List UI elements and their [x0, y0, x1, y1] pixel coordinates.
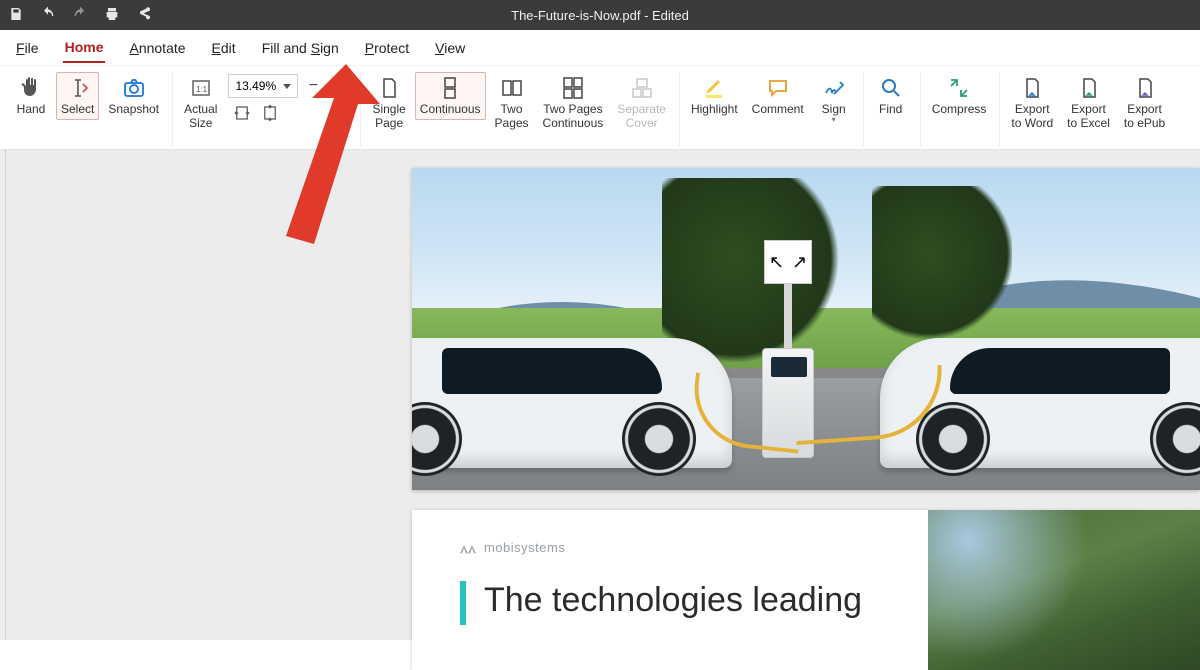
print-icon[interactable] — [104, 6, 120, 25]
page-area: ↖↗ mobisystems The technologies leading — [412, 168, 1200, 670]
zoom-value: 13.49% — [235, 79, 276, 93]
ribbon-group-tools: Hand Select Snapshot — [10, 72, 173, 147]
sign-button[interactable]: Sign ▾ — [813, 72, 855, 127]
hand-tool-button[interactable]: Hand — [10, 72, 52, 120]
compress-icon — [947, 75, 971, 101]
two-pages-continuous-button[interactable]: Two Pages Continuous — [538, 72, 609, 134]
car-left-illustration — [412, 338, 732, 468]
two-pages-button[interactable]: Two Pages — [490, 72, 534, 134]
ribbon-group-find: Find — [870, 72, 921, 147]
export-excel-icon — [1077, 75, 1101, 101]
quick-access-toolbar — [8, 6, 152, 25]
menu-view[interactable]: View — [433, 34, 467, 62]
menu-home[interactable]: Home — [63, 33, 106, 63]
zoom-out-button[interactable]: − — [302, 75, 324, 97]
page2-side-image — [928, 510, 1200, 670]
search-icon — [879, 75, 903, 101]
ribbon-toolbar: Hand Select Snapshot 1:1 Actual Size 13.… — [0, 66, 1200, 150]
ribbon-group-zoom: 1:1 Actual Size 13.49% − + — [179, 72, 361, 147]
document-hero-image: ↖↗ — [412, 168, 1200, 490]
two-pages-continuous-icon — [561, 75, 585, 101]
two-pages-icon — [500, 75, 524, 101]
svg-text:1:1: 1:1 — [196, 85, 208, 94]
panel-splitter[interactable] — [0, 150, 6, 640]
highlight-button[interactable]: Highlight — [686, 72, 743, 120]
menubar: File Home Annotate Edit Fill and Sign Pr… — [0, 30, 1200, 66]
camera-icon — [122, 75, 146, 101]
ribbon-group-compress: Compress — [927, 72, 1001, 147]
continuous-icon — [438, 75, 462, 101]
actual-size-icon: 1:1 — [189, 75, 213, 101]
select-tool-button[interactable]: Select — [56, 72, 99, 120]
export-word-icon — [1020, 75, 1044, 101]
document-page-2: mobisystems The technologies leading — [412, 510, 1200, 670]
document-title: The-Future-is-Now.pdf - Edited — [511, 8, 689, 23]
share-icon[interactable] — [136, 6, 152, 25]
ribbon-group-annotate: Highlight Comment Sign ▾ — [686, 72, 864, 147]
export-epub-icon — [1133, 75, 1157, 101]
menu-edit[interactable]: Edit — [210, 34, 238, 62]
ribbon-group-pageview: Single Page Continuous Two Pages Two Pag… — [367, 72, 680, 147]
hand-icon — [19, 75, 43, 101]
find-button[interactable]: Find — [870, 72, 912, 120]
save-icon[interactable] — [8, 6, 24, 25]
zoom-control: 13.49% − + — [226, 72, 352, 127]
menu-fill-and-sign[interactable]: Fill and Sign — [260, 34, 341, 62]
signature-icon — [822, 75, 846, 101]
separate-cover-button: Separate Cover — [612, 72, 671, 134]
brand-label: mobisystems — [484, 540, 565, 555]
undo-icon[interactable] — [40, 6, 56, 25]
comment-button[interactable]: Comment — [747, 72, 809, 120]
fit-width-icon[interactable] — [233, 104, 251, 125]
compress-button[interactable]: Compress — [927, 72, 992, 120]
separate-cover-icon — [630, 75, 654, 101]
single-page-button[interactable]: Single Page — [367, 72, 410, 134]
export-excel-button[interactable]: Export to Excel — [1062, 72, 1115, 134]
export-epub-button[interactable]: Export to ePub — [1119, 72, 1170, 134]
continuous-button[interactable]: Continuous — [415, 72, 486, 120]
menu-file-label: ile — [25, 40, 39, 56]
comment-icon — [766, 75, 790, 101]
menu-file[interactable]: File — [14, 34, 41, 62]
redo-icon[interactable] — [72, 6, 88, 25]
chevron-down-icon — [283, 84, 291, 89]
heading-accent-bar — [460, 581, 466, 625]
zoom-level-dropdown[interactable]: 13.49% — [228, 74, 298, 98]
actual-size-button[interactable]: 1:1 Actual Size — [179, 72, 222, 134]
page-headline: The technologies leading — [484, 581, 862, 620]
document-viewport[interactable]: ↖↗ mobisystems The technologies leading — [0, 150, 1200, 640]
export-word-button[interactable]: Export to Word — [1006, 72, 1058, 134]
fit-page-icon[interactable] — [261, 104, 279, 125]
cursor-text-icon — [66, 75, 90, 101]
highlighter-icon — [702, 75, 726, 101]
titlebar: The-Future-is-Now.pdf - Edited — [0, 0, 1200, 30]
single-page-icon — [377, 75, 401, 101]
brand-mark-icon — [460, 542, 476, 554]
snapshot-button[interactable]: Snapshot — [103, 72, 164, 120]
menu-annotate[interactable]: Annotate — [127, 34, 187, 62]
chevron-down-icon: ▾ — [832, 115, 836, 124]
ribbon-group-export: Export to Word Export to Excel Export to… — [1006, 72, 1178, 147]
menu-protect[interactable]: Protect — [363, 34, 411, 62]
